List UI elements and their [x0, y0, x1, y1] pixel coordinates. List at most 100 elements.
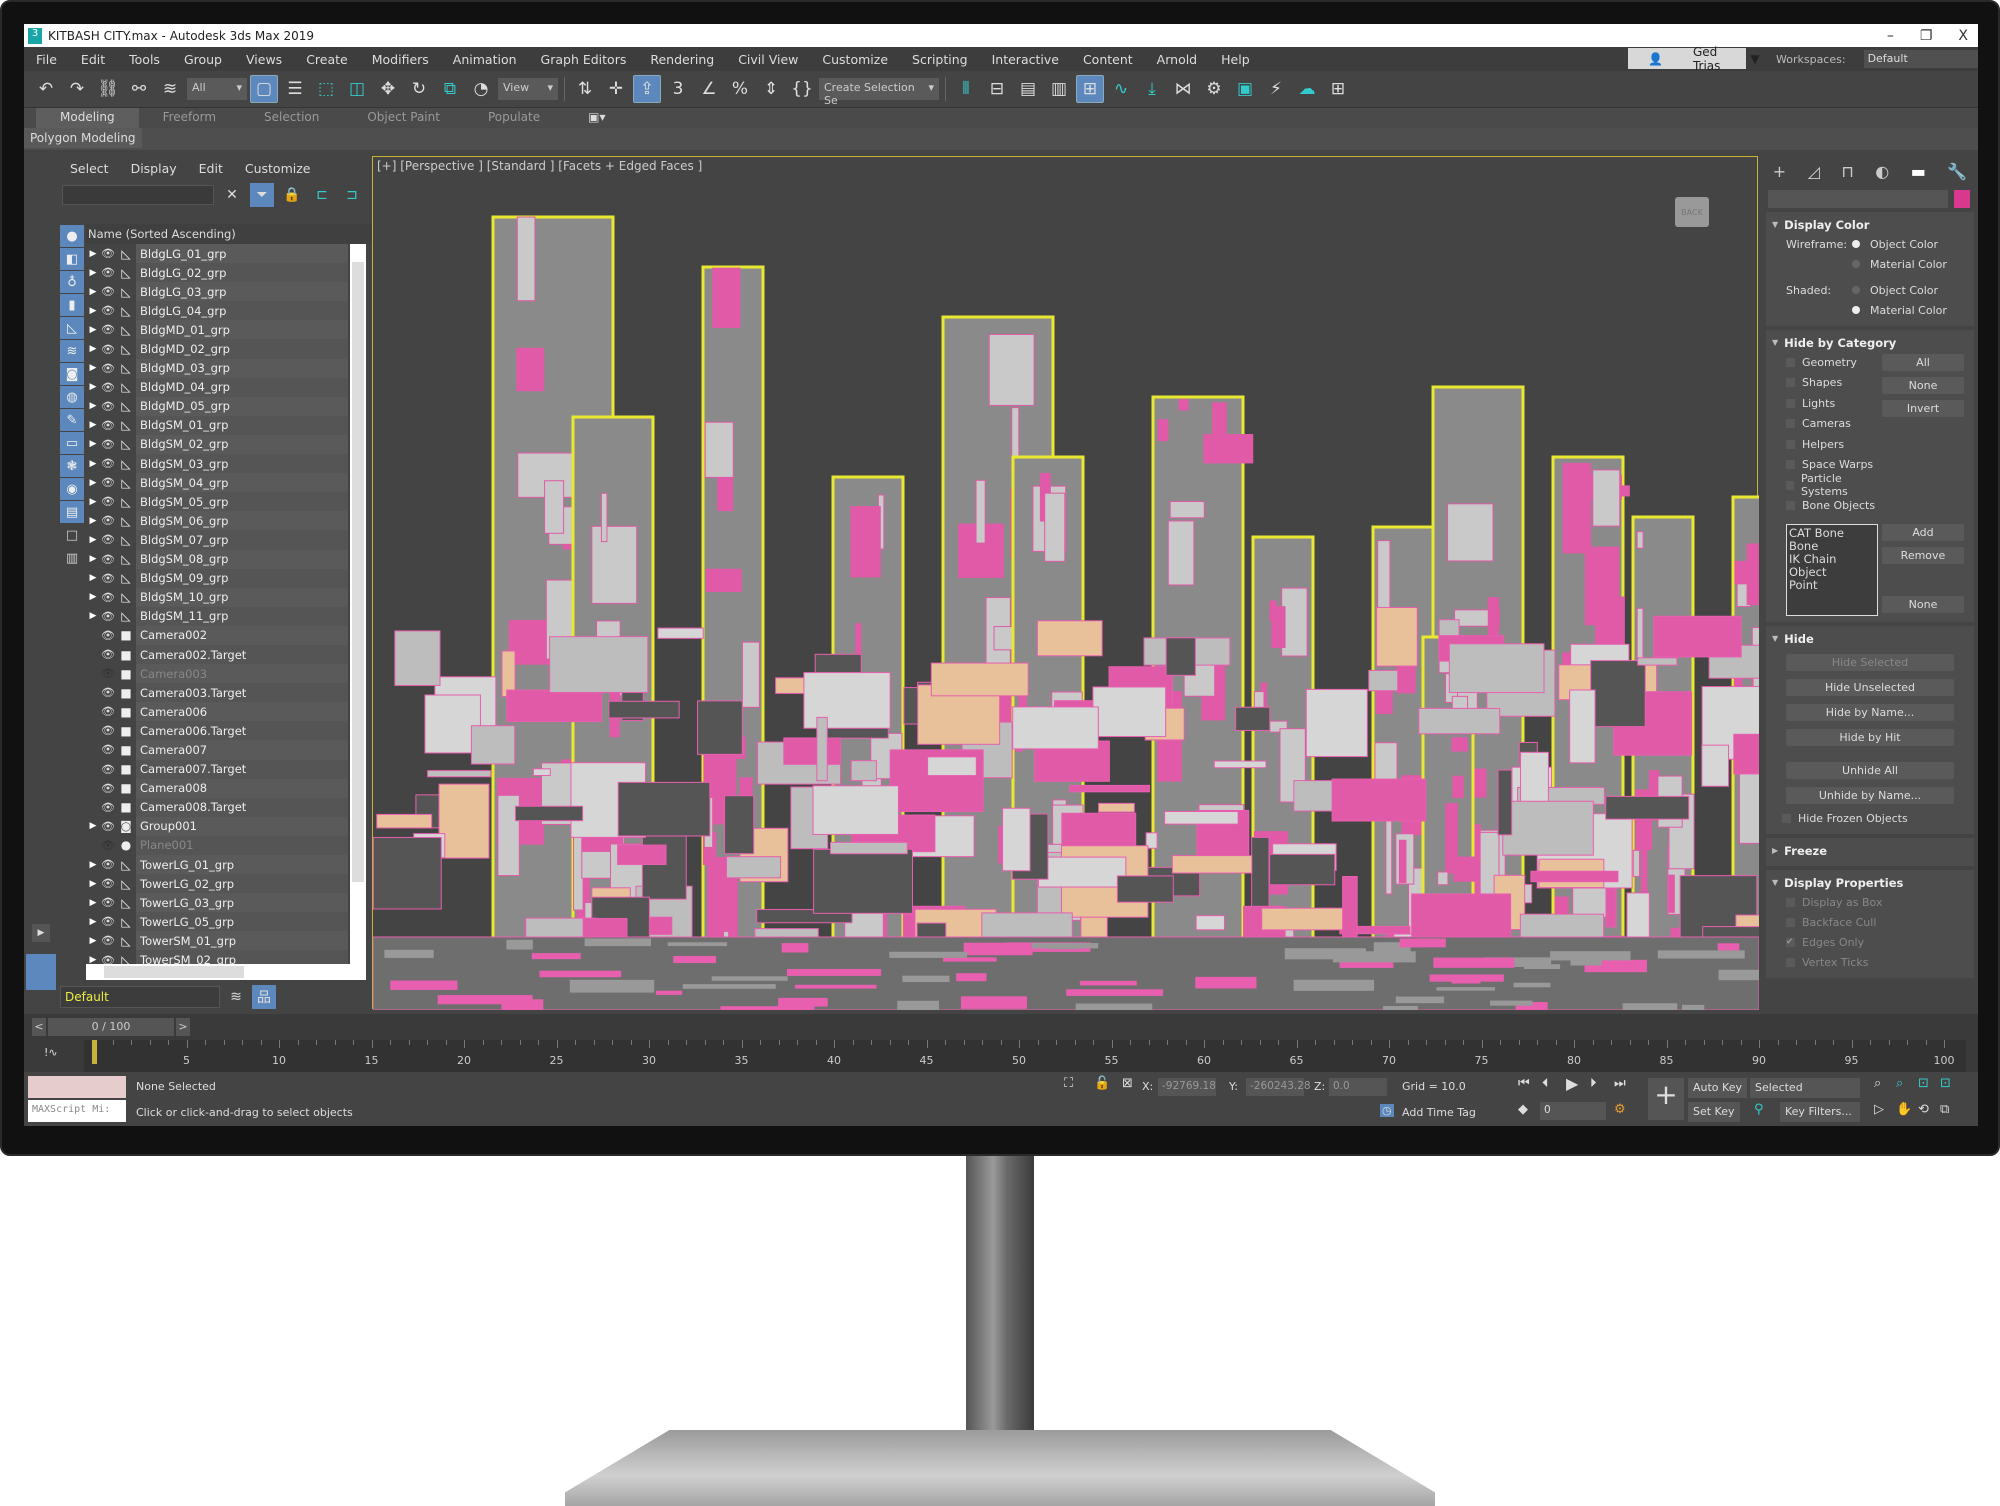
- keyboard-shortcut-icon[interactable]: ⇪: [633, 75, 661, 103]
- render-gallery-icon[interactable]: ⊞: [1324, 75, 1352, 103]
- hide-frozen-checkbox[interactable]: [1782, 813, 1791, 823]
- list-item[interactable]: ▶ 👁 ◺ BldgMD_03_grp: [86, 358, 348, 378]
- hierarchy-sort-icon[interactable]: ⊏: [310, 183, 334, 207]
- container-filter-icon[interactable]: ▭: [60, 432, 84, 454]
- helper-filter-icon[interactable]: ◺: [60, 317, 84, 339]
- list-item[interactable]: 👁 ■ Camera003: [86, 664, 348, 684]
- display-property-item[interactable]: Vertex Ticks: [1766, 952, 1974, 972]
- menu-animation[interactable]: Animation: [441, 52, 529, 67]
- list-item[interactable]: ▶ 👁 ◺ BldgSM_07_grp: [86, 530, 348, 550]
- eye-icon[interactable]: 👁: [100, 591, 116, 604]
- remove-button[interactable]: Remove: [1882, 547, 1964, 564]
- hide-button[interactable]: Hide by Name...: [1786, 704, 1954, 721]
- expand-arrow-icon[interactable]: ▶: [86, 955, 100, 964]
- eye-icon[interactable]: 👁: [100, 686, 116, 699]
- render-icon[interactable]: ⚡: [1262, 75, 1290, 103]
- eye-icon[interactable]: 👁: [100, 820, 116, 833]
- expand-arrow-icon[interactable]: ▶: [86, 535, 100, 545]
- zoom-icon[interactable]: ⌕: [1874, 1076, 1881, 1091]
- align-icon[interactable]: ⊟: [983, 75, 1011, 103]
- expand-arrow-icon[interactable]: ▶: [86, 860, 100, 870]
- expand-arrow-icon[interactable]: ▶: [86, 249, 100, 259]
- filter-icon[interactable]: ⏷: [250, 183, 274, 207]
- list-item[interactable]: ▶ 👁 ◺ BldgLG_03_grp: [86, 282, 348, 302]
- list-item[interactable]: 👁 ■ Camera008: [86, 778, 348, 798]
- zoom-extents-icon[interactable]: ⊡: [1918, 1076, 1929, 1091]
- list-item[interactable]: ▶ 👁 ◺ TowerLG_05_grp: [86, 912, 348, 932]
- menu-civil-view[interactable]: Civil View: [726, 52, 810, 67]
- expand-arrow-icon[interactable]: ▶: [86, 401, 100, 411]
- display-icon[interactable]: ▬: [1911, 162, 1926, 181]
- expand-arrow-icon[interactable]: ▶: [86, 879, 100, 889]
- menu-customize[interactable]: Customize: [810, 52, 900, 67]
- expand-arrow-icon[interactable]: ▶: [86, 898, 100, 908]
- time-tag-icon[interactable]: ◷: [1380, 1104, 1394, 1117]
- display-property-item[interactable]: Display as Box: [1766, 892, 1974, 912]
- eye-hidden-icon[interactable]: 👁: [100, 839, 116, 852]
- eye-icon[interactable]: 👁: [100, 724, 116, 737]
- list-item[interactable]: ▶ 👁 ◺ BldgSM_09_grp: [86, 568, 348, 588]
- menu-arnold[interactable]: Arnold: [1145, 52, 1209, 67]
- create-icon[interactable]: +: [1773, 162, 1786, 181]
- menu-edit[interactable]: Edit: [69, 52, 117, 67]
- eye-icon[interactable]: 👁: [100, 266, 116, 279]
- ribbon-tab-populate[interactable]: Populate: [464, 108, 564, 128]
- none-list-button[interactable]: None: [1882, 596, 1964, 613]
- explorer-menu-edit[interactable]: Edit: [199, 161, 223, 176]
- workspaces-dropdown[interactable]: Default: [1863, 50, 1978, 68]
- eye-hidden-icon[interactable]: 👁: [100, 667, 116, 680]
- list-item[interactable]: 👁 ■ Camera008.Target: [86, 797, 348, 817]
- edit-named-sets-icon[interactable]: {}: [788, 75, 816, 103]
- modify-icon[interactable]: ◿: [1808, 162, 1820, 181]
- eye-icon[interactable]: 👁: [100, 323, 116, 336]
- shape-filter-icon[interactable]: ◧: [60, 248, 84, 270]
- move-icon[interactable]: ✥: [374, 75, 402, 103]
- schematic-view-icon[interactable]: ⋈: [1169, 75, 1197, 103]
- category-none-button[interactable]: None: [1882, 377, 1964, 394]
- list-item[interactable]: ▶ 👁 ◺ TowerSM_02_grp: [86, 950, 348, 964]
- eye-icon[interactable]: 👁: [100, 858, 116, 871]
- current-frame-field[interactable]: 0: [1540, 1102, 1606, 1120]
- explorer-menu-customize[interactable]: Customize: [245, 161, 311, 176]
- list-item[interactable]: ▶ 👁 ◺ TowerLG_03_grp: [86, 893, 348, 913]
- geometry-filter-icon[interactable]: ●: [60, 225, 84, 247]
- list-item[interactable]: ▶ 👁 ◺ BldgSM_10_grp: [86, 587, 348, 607]
- object-name-input[interactable]: [1768, 190, 1948, 208]
- camera-filter-icon[interactable]: ▮: [60, 294, 84, 316]
- checkbox[interactable]: [1786, 439, 1795, 449]
- menu-interactive[interactable]: Interactive: [980, 52, 1071, 67]
- checkbox[interactable]: [1786, 480, 1795, 490]
- restore-button[interactable]: ❐: [1920, 28, 1933, 44]
- eye-icon[interactable]: 👁: [100, 362, 116, 375]
- eye-icon[interactable]: 👁: [100, 533, 116, 546]
- unhide-button[interactable]: Unhide by Name...: [1786, 787, 1954, 804]
- eye-icon[interactable]: 👁: [100, 457, 116, 470]
- list-item[interactable]: ▶ 👁 ◺ BldgSM_02_grp: [86, 434, 348, 455]
- scene-explorer-icon[interactable]: ⊞: [1076, 75, 1104, 103]
- list-item[interactable]: 👁 ● Plane001: [86, 835, 348, 855]
- list-item[interactable]: 👁 ■ Camera002.Target: [86, 644, 348, 665]
- selection-filter-dropdown[interactable]: All ▾: [187, 78, 247, 100]
- unlink-icon[interactable]: ⚯: [125, 75, 153, 103]
- set-key-button[interactable]: Set Key: [1688, 1102, 1740, 1122]
- percent-snap-icon[interactable]: %: [726, 75, 754, 103]
- previous-frame-icon[interactable]: ⏴: [1542, 1076, 1549, 1091]
- viewcube[interactable]: BACK: [1675, 197, 1709, 227]
- default-in-out-tangent-icon[interactable]: +: [1648, 1078, 1684, 1120]
- named-selection-set-dropdown[interactable]: Create Selection Se ▾: [819, 78, 939, 107]
- zoom-extents-all-icon[interactable]: ⊡: [1940, 1076, 1951, 1091]
- object-color-swatch[interactable]: [1954, 190, 1970, 208]
- frozen-filter-icon[interactable]: ❃: [60, 455, 84, 477]
- list-item[interactable]: 👁 ■ Camera006: [86, 702, 348, 722]
- shaded-object-color-radio[interactable]: [1852, 286, 1860, 294]
- unhide-button[interactable]: Unhide All: [1786, 762, 1954, 779]
- clear-search-icon[interactable]: ✕: [220, 183, 244, 207]
- checkbox[interactable]: [1786, 357, 1795, 367]
- eye-icon[interactable]: 👁: [100, 514, 116, 527]
- menu-modifiers[interactable]: Modifiers: [360, 52, 441, 67]
- display-property-item[interactable]: Backface Cull: [1766, 912, 1974, 932]
- hidden-filter-icon[interactable]: ◉: [60, 478, 84, 500]
- eye-icon[interactable]: 👁: [100, 629, 116, 642]
- eye-icon[interactable]: 👁: [100, 648, 116, 661]
- explorer-menu-display[interactable]: Display: [131, 161, 177, 176]
